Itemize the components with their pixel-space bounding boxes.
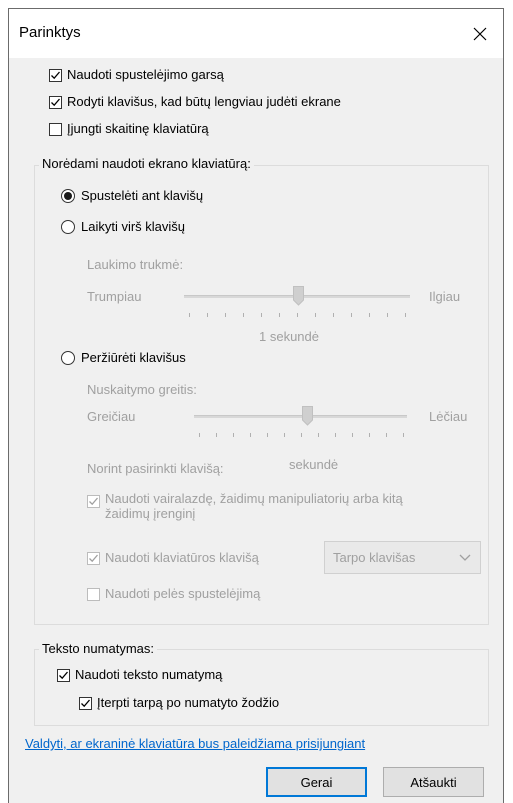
options-dialog: Parinktys Naudoti spustelėjimo garsą Rod… — [8, 8, 504, 803]
hover-duration-ticks — [189, 313, 407, 317]
scan-speed-slider-thumb[interactable] — [302, 406, 313, 426]
show-keys-label: Rodyti klavišus, kad būtų lengviau judėt… — [67, 94, 341, 109]
click-sound-label: Naudoti spustelėjimo garsą — [67, 67, 224, 82]
mode-hover-label: Laikyti virš klavišų — [81, 219, 186, 234]
hover-duration-value: 1 sekundė — [259, 329, 319, 344]
checkmark-icon — [89, 554, 98, 563]
scan-speed-label: Nuskaitymo greitis: — [87, 382, 197, 397]
hover-duration-slider-thumb[interactable] — [293, 286, 304, 306]
use-mouse-click-label: Naudoti pelės spustelėjimą — [105, 586, 261, 601]
manage-startup-link[interactable]: Valdyti, ar ekraninė klaviatūra bus pale… — [25, 736, 365, 751]
insert-space-checkbox[interactable] — [79, 697, 92, 710]
scan-select-value: sekundė — [289, 457, 339, 472]
text-prediction-group — [34, 649, 489, 726]
key-select-value: Tarpo klavišas — [333, 550, 416, 565]
scan-speed-ticks — [199, 433, 405, 437]
scan-speed-slider-track[interactable] — [194, 415, 407, 418]
cancel-button-label: Atšaukti — [410, 774, 457, 790]
close-icon — [473, 27, 487, 40]
use-prediction-checkbox[interactable] — [57, 669, 70, 682]
numeric-keypad-checkbox[interactable] — [49, 123, 62, 136]
ok-button[interactable]: Gerai — [266, 767, 367, 797]
scan-select-label: Norint pasirinkti klavišą: — [87, 461, 224, 476]
checkmark-icon — [81, 699, 90, 708]
mode-click-label: Spustelėti ant klavišų — [81, 188, 204, 203]
key-select-dropdown[interactable]: Tarpo klavišas — [324, 541, 481, 574]
close-button[interactable] — [457, 9, 503, 58]
mode-click-radio[interactable] — [61, 189, 75, 203]
use-joystick-checkbox[interactable] — [87, 495, 100, 508]
use-prediction-label: Naudoti teksto numatymą — [75, 667, 223, 682]
text-prediction-legend: Teksto numatymas: — [39, 641, 157, 656]
mode-scan-label: Peržiūrėti klavišus — [81, 350, 186, 365]
checkmark-icon — [89, 497, 98, 506]
title-bar: Parinktys — [9, 9, 503, 58]
checkmark-icon — [59, 671, 68, 680]
cancel-button[interactable]: Atšaukti — [383, 767, 484, 797]
use-keyboard-key-checkbox[interactable] — [87, 552, 100, 565]
chevron-down-icon — [459, 554, 471, 561]
hover-min-label: Trumpiau — [87, 289, 142, 304]
scan-max-label: Lėčiau — [429, 409, 468, 424]
hover-duration-label: Laukimo trukmė: — [87, 257, 184, 272]
radio-selected-dot — [64, 192, 72, 200]
checkmark-icon — [51, 71, 60, 80]
hover-max-label: Ilgiau — [429, 289, 461, 304]
insert-space-label: Įterpti tarpą po numatyto žodžio — [97, 695, 280, 710]
show-keys-checkbox[interactable] — [49, 96, 62, 109]
scan-min-label: Greičiau — [87, 409, 136, 424]
checkmark-icon — [51, 98, 60, 107]
use-keyboard-key-label: Naudoti klaviatūros klavišą — [105, 550, 259, 565]
click-sound-checkbox[interactable] — [49, 69, 62, 82]
use-mouse-click-checkbox[interactable] — [87, 588, 100, 601]
mode-hover-radio[interactable] — [61, 220, 75, 234]
numeric-keypad-label: Įjungti skaitinę klaviatūrą — [67, 121, 209, 136]
dialog-title: Parinktys — [19, 24, 81, 41]
use-joystick-label-line1: Naudoti vairalazdę, žaidimų manipuliator… — [105, 491, 403, 506]
keyboard-use-legend: Norėdami naudoti ekrano klaviatūrą: — [39, 156, 254, 171]
use-joystick-label-line2: žaidimų įrenginį — [105, 506, 196, 521]
mode-scan-radio[interactable] — [61, 351, 75, 365]
ok-button-label: Gerai — [300, 774, 333, 790]
